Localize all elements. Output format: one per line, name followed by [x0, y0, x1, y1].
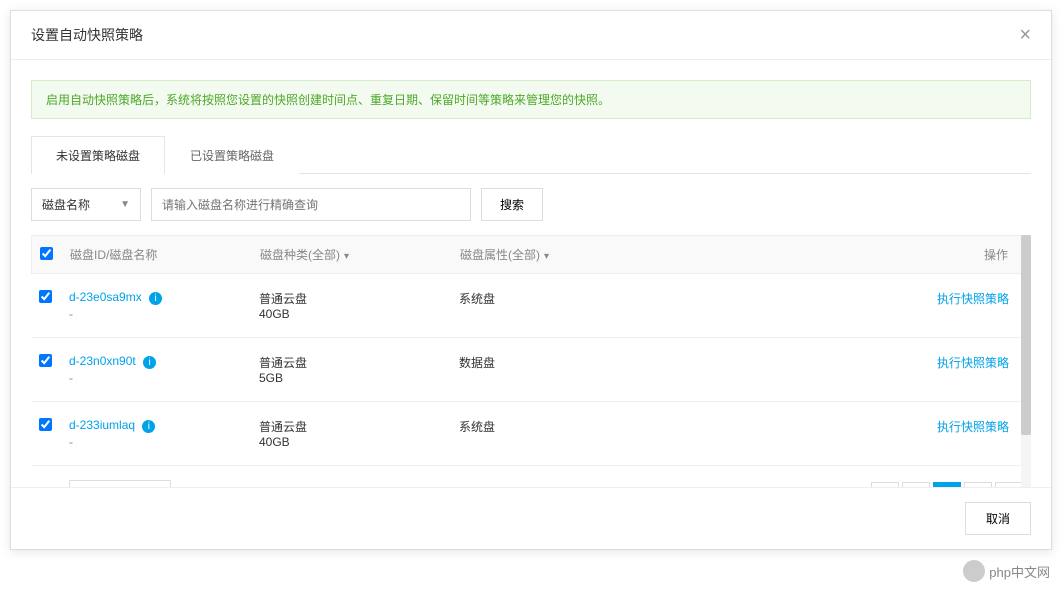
table-row: d-23e0sa9mx i - 普通云盘 40GB 系统盘 执行快照策略 [31, 274, 1031, 338]
tab-unset-policy[interactable]: 未设置策略磁盘 [31, 136, 165, 174]
info-banner: 启用自动快照策略后，系统将按照您设置的快照创建时间点、重复日期、保留时间等策略来… [31, 80, 1031, 119]
search-field-dropdown[interactable]: 磁盘名称 ▼ [31, 188, 141, 221]
chevron-down-icon: ▼ [120, 199, 130, 210]
disk-attr: 系统盘 [459, 290, 659, 307]
disk-id-link[interactable]: d-233iumlaq [69, 418, 135, 432]
page-last[interactable]: » [995, 482, 1023, 488]
search-input[interactable] [151, 188, 471, 221]
snapshot-policy-modal: 设置自动快照策略 × 启用自动快照策略后，系统将按照您设置的快照创建时间点、重复… [10, 10, 1052, 550]
footer-text: php中文网 [989, 562, 1050, 581]
close-icon[interactable]: × [1019, 25, 1031, 45]
scrollbar-thumb[interactable] [1021, 235, 1031, 435]
search-button[interactable]: 搜索 [481, 188, 543, 221]
apply-policy-link[interactable]: 执行快照策略 [937, 356, 1009, 370]
page-next[interactable]: › [964, 482, 992, 488]
chevron-down-icon: ▾ [544, 251, 549, 262]
disk-attr: 数据盘 [459, 354, 659, 371]
table-row: d-233iumlaq i - 普通云盘 40GB 系统盘 执行快照策略 [31, 402, 1031, 466]
col-header-action: 操作 [660, 246, 1022, 263]
disk-kind-type: 普通云盘 [259, 418, 459, 435]
dropdown-label: 磁盘名称 [42, 196, 90, 213]
page-first[interactable]: « [871, 482, 899, 488]
disk-name: - [69, 307, 259, 321]
info-icon[interactable]: i [149, 292, 162, 305]
table-row: d-23n0xn90t i - 普通云盘 5GB 数据盘 执行快照策略 [31, 338, 1031, 402]
info-icon[interactable]: i [142, 420, 155, 433]
disk-kind-size: 5GB [259, 371, 459, 385]
disk-name: - [69, 435, 259, 449]
row-checkbox[interactable] [39, 290, 52, 303]
tabs: 未设置策略磁盘 已设置策略磁盘 [31, 135, 1031, 174]
modal-title: 设置自动快照策略 [31, 25, 143, 45]
col-header-kind[interactable]: 磁盘种类(全部)▾ [260, 246, 460, 263]
bg-footer: php中文网 [963, 560, 1050, 582]
col-header-attr[interactable]: 磁盘属性(全部)▾ [460, 246, 660, 263]
chevron-down-icon: ▾ [344, 251, 349, 262]
table-header: 磁盘ID/磁盘名称 磁盘种类(全部)▾ 磁盘属性(全部)▾ 操作 [31, 235, 1031, 274]
row-checkbox[interactable] [39, 418, 52, 431]
page-prev[interactable]: ‹ [902, 482, 930, 488]
disk-id-link[interactable]: d-23n0xn90t [69, 354, 136, 368]
disk-kind-type: 普通云盘 [259, 290, 459, 307]
bulk-apply-policy-button[interactable]: 执行快照策略 ↖ [69, 480, 171, 487]
page-1[interactable]: 1 [933, 482, 961, 488]
disk-attr: 系统盘 [459, 418, 659, 435]
pagination: « ‹ 1 › » [871, 482, 1023, 488]
scrollbar-track[interactable] [1021, 235, 1031, 487]
info-icon[interactable]: i [143, 356, 156, 369]
disk-kind-type: 普通云盘 [259, 354, 459, 371]
php-logo-icon [963, 560, 985, 582]
tab-set-policy[interactable]: 已设置策略磁盘 [165, 136, 299, 174]
apply-policy-link[interactable]: 执行快照策略 [937, 420, 1009, 434]
col-header-id: 磁盘ID/磁盘名称 [70, 246, 260, 263]
select-all-checkbox[interactable] [40, 247, 53, 260]
disk-id-link[interactable]: d-23e0sa9mx [69, 290, 142, 304]
cancel-button[interactable]: 取消 [965, 502, 1031, 535]
apply-policy-link[interactable]: 执行快照策略 [937, 292, 1009, 306]
row-checkbox[interactable] [39, 354, 52, 367]
disk-kind-size: 40GB [259, 307, 459, 321]
disk-name: - [69, 371, 259, 385]
disk-kind-size: 40GB [259, 435, 459, 449]
modal-header: 设置自动快照策略 × [11, 11, 1051, 60]
